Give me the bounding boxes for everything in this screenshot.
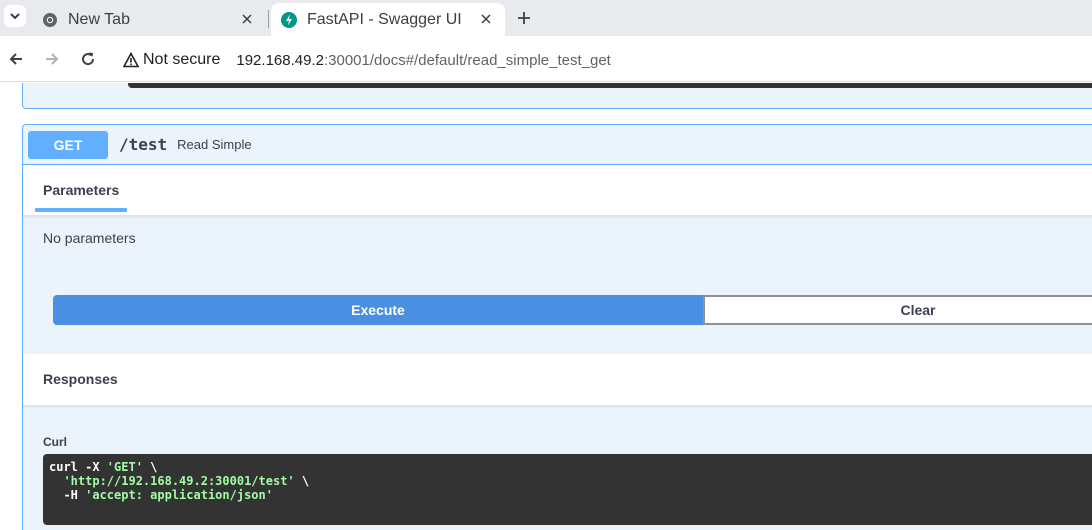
curl-line3-header: 'accept: application/json' <box>85 488 273 502</box>
back-button[interactable] <box>5 48 27 70</box>
reload-icon <box>82 52 95 66</box>
previous-code-block <box>128 83 1092 88</box>
address-bar[interactable]: Not secure 192.168.49.2:30001/docs#/defa… <box>114 44 1092 76</box>
tab-title: New Tab <box>68 10 130 28</box>
operation-block-get-test: GET /test Read Simple Parameters No para… <box>22 124 1092 530</box>
curl-line2-url: 'http://192.168.49.2:30001/test' <box>63 474 295 488</box>
browser-toolbar: Not secure 192.168.49.2:30001/docs#/defa… <box>0 36 1092 82</box>
tab-strip: New Tab FastAPI - Swagger UI <box>0 0 1092 36</box>
arrow-right-icon <box>46 53 59 65</box>
warning-icon <box>123 52 139 68</box>
parameters-header: Parameters <box>23 165 1092 216</box>
no-parameters-text: No parameters <box>43 230 136 246</box>
execute-wrapper: Execute Clear <box>53 295 1092 325</box>
forward-button[interactable] <box>41 48 63 70</box>
tab-new-tab[interactable]: New Tab <box>32 3 266 36</box>
tab-search-button[interactable] <box>4 5 26 27</box>
curl-label: Curl <box>43 435 67 449</box>
curl-line2-tail: \ <box>294 474 310 488</box>
reload-button[interactable] <box>77 48 99 70</box>
close-tab-icon[interactable] <box>477 10 495 28</box>
swagger-page: GET /test Read Simple Parameters No para… <box>0 83 1092 530</box>
url-host: 192.168.49.2 <box>236 51 324 69</box>
execute-button[interactable]: Execute <box>53 295 703 325</box>
operation-summary[interactable]: GET /test Read Simple <box>23 125 1092 165</box>
chevron-down-icon <box>10 13 20 20</box>
responses-header: Responses <box>23 354 1092 406</box>
operation-description: Read Simple <box>177 137 252 152</box>
curl-line3-flag: -H <box>49 488 86 502</box>
fastapi-icon <box>281 11 297 28</box>
responses-title: Responses <box>43 371 118 387</box>
chrome-icon <box>43 12 57 27</box>
curl-line1-cmd: curl -X <box>49 460 107 474</box>
tab-title: FastAPI - Swagger UI <box>307 10 462 28</box>
security-label: Not secure <box>143 51 221 68</box>
close-tab-icon[interactable] <box>238 10 256 28</box>
curl-command[interactable]: curl -X 'GET' \ 'http://192.168.49.2:300… <box>43 454 1092 525</box>
curl-line1-tail: \ <box>142 460 158 474</box>
method-badge: GET <box>28 130 108 159</box>
plus-icon <box>518 12 530 24</box>
tab-active-indicator <box>35 208 127 212</box>
clear-button[interactable]: Clear <box>703 295 1092 325</box>
tab-parameters[interactable]: Parameters <box>43 182 119 198</box>
url-path: :30001/docs#/default/read_simple_test_ge… <box>323 51 611 69</box>
previous-operation-block <box>22 83 1092 109</box>
tab-swagger-ui[interactable]: FastAPI - Swagger UI <box>271 3 505 36</box>
operation-path: /test <box>119 135 168 154</box>
arrow-left-icon <box>9 53 22 65</box>
site-info-button[interactable]: Not secure <box>114 44 220 76</box>
tab-divider <box>268 10 269 28</box>
url-text[interactable]: 192.168.49.2:30001/docs#/default/read_si… <box>236 52 610 69</box>
new-tab-button[interactable] <box>512 6 536 30</box>
curl-line1-method: 'GET' <box>106 460 143 474</box>
